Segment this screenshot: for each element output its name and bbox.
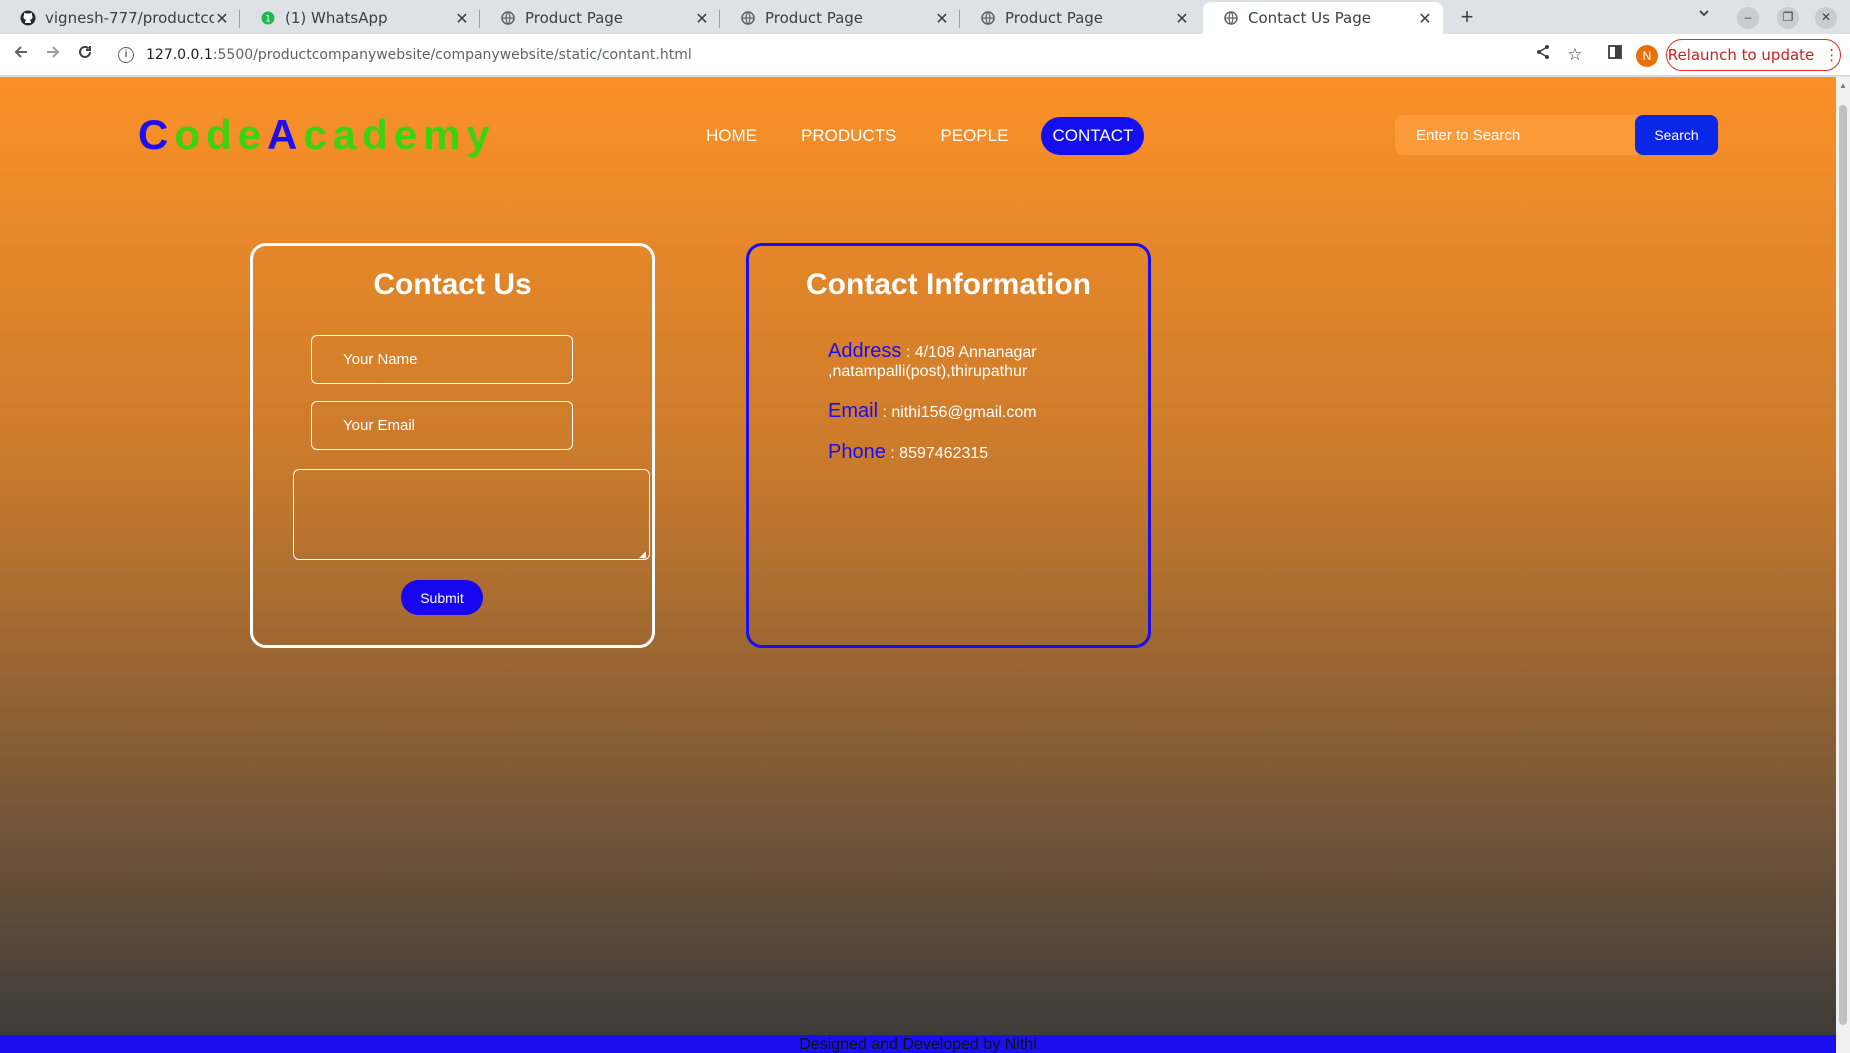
side-panel-icon[interactable] (1604, 44, 1626, 66)
email-label: Email (828, 400, 879, 422)
scrollbar-thumb[interactable] (1839, 105, 1847, 1025)
tab-title: vignesh-777/productcom (45, 9, 214, 27)
message-textarea[interactable] (293, 469, 650, 560)
back-arrow-icon[interactable] (8, 42, 34, 68)
logo-letter-a: A (267, 111, 304, 158)
tab-product-page-1[interactable]: Product Page ✕ (480, 2, 720, 34)
tab-title: Product Page (765, 9, 864, 27)
close-tab-icon[interactable]: ✕ (1417, 9, 1433, 28)
search-button[interactable]: Search (1635, 115, 1718, 155)
browser-toolbar: i 127.0.0.1:5500/productcompanywebsite/c… (0, 34, 1850, 76)
search-input[interactable] (1395, 115, 1635, 155)
tab-title: (1) WhatsApp (285, 9, 388, 27)
new-tab-button[interactable]: + (1453, 4, 1481, 32)
tab-product-page-3[interactable]: Product Page ✕ (960, 2, 1200, 34)
page-viewport: CodeAcademy HOME PRODUCTS PEOPLE CONTACT… (0, 77, 1836, 1053)
resize-grip-icon[interactable]: ◢ (639, 549, 646, 560)
phone-label: Phone (828, 441, 886, 463)
address-bar[interactable]: i 127.0.0.1:5500/productcompanywebsite/c… (108, 38, 1538, 72)
close-window-button[interactable]: ✕ (1815, 7, 1837, 29)
close-tab-icon[interactable]: ✕ (1174, 9, 1190, 28)
relaunch-label: Relaunch to update (1667, 46, 1815, 64)
submit-button[interactable]: Submit (401, 580, 483, 615)
page-scrollbar[interactable]: ▲ (1836, 77, 1850, 1053)
svg-text:1: 1 (265, 15, 271, 25)
contact-info-card: Contact Information Address : 4/108 Anna… (746, 243, 1151, 648)
site-info-icon[interactable]: i (118, 47, 134, 63)
close-tab-icon[interactable]: ✕ (214, 9, 230, 28)
close-tab-icon[interactable]: ✕ (454, 9, 470, 28)
reload-icon[interactable] (72, 42, 98, 68)
tab-whatsapp[interactable]: 1 (1) WhatsApp ✕ (240, 2, 480, 34)
email-row: Email : nithi156@gmail.com (828, 400, 1108, 422)
tab-title: Contact Us Page (1248, 9, 1372, 27)
tab-title: Product Page (1005, 9, 1104, 27)
github-icon (20, 10, 36, 26)
globe-icon (740, 10, 756, 26)
search-box: Search (1395, 115, 1718, 155)
nav-people[interactable]: PEOPLE (929, 117, 1019, 155)
forward-arrow-icon[interactable] (40, 42, 66, 68)
globe-icon (980, 10, 996, 26)
nav-home[interactable]: HOME (695, 117, 768, 155)
site-footer: Designed and Developed by Nithi (0, 1035, 1836, 1053)
contact-info-list: Address : 4/108 Annanagar ,natampalli(po… (828, 340, 1108, 484)
close-tab-icon[interactable]: ✕ (694, 9, 710, 28)
restore-button[interactable]: ❐ (1777, 7, 1799, 29)
address-label: Address (828, 340, 902, 362)
minimize-button[interactable]: – (1737, 7, 1759, 29)
tab-search-chevron-icon[interactable] (1697, 6, 1711, 23)
address-row: Address : 4/108 Annanagar ,natampalli(po… (828, 340, 1108, 381)
tab-contact-us-page[interactable]: Contact Us Page ✕ (1203, 2, 1443, 34)
close-tab-icon[interactable]: ✕ (934, 9, 950, 28)
contact-info-title: Contact Information (806, 268, 1091, 301)
url-path: :5500/productcompanywebsite/companywebsi… (212, 47, 692, 63)
email-field[interactable] (311, 401, 573, 450)
contact-form-title: Contact Us (373, 268, 532, 301)
scroll-up-arrow-icon[interactable]: ▲ (1839, 81, 1847, 90)
contact-form-card: Contact Us ◢ Submit (250, 243, 655, 648)
share-icon[interactable] (1532, 44, 1554, 66)
url-host: 127.0.0.1 (146, 47, 213, 63)
tab-product-page-2[interactable]: Product Page ✕ (720, 2, 960, 34)
logo-text-cademy: cademy (303, 111, 496, 158)
nav-contact[interactable]: CONTACT (1041, 117, 1145, 155)
email-value: : nithi156@gmail.com (878, 404, 1037, 421)
tab-github[interactable]: vignesh-777/productcom ✕ (0, 2, 240, 34)
profile-avatar[interactable]: N (1636, 45, 1658, 67)
phone-value: : 8597462315 (885, 445, 989, 462)
logo-letter-c: C (138, 111, 175, 158)
main-nav: HOME PRODUCTS PEOPLE CONTACT (695, 117, 1145, 155)
nav-products[interactable]: PRODUCTS (790, 117, 907, 155)
relaunch-to-update-button[interactable]: Relaunch to update ⋮ (1666, 39, 1841, 71)
site-logo[interactable]: CodeAcademy (138, 111, 496, 159)
name-field[interactable] (311, 335, 573, 384)
url-text: 127.0.0.1:5500/productcompanywebsite/com… (146, 47, 692, 63)
tab-strip: vignesh-777/productcom ✕ 1 (1) WhatsApp … (0, 0, 1850, 34)
bookmark-star-icon[interactable]: ☆ (1564, 44, 1586, 66)
whatsapp-icon: 1 (260, 10, 276, 26)
logo-text-ode: ode (174, 111, 268, 158)
globe-icon (1223, 10, 1239, 26)
globe-icon (500, 10, 516, 26)
phone-row: Phone : 8597462315 (828, 441, 1108, 463)
more-vert-icon: ⋮ (1824, 46, 1840, 64)
tab-title: Product Page (525, 9, 624, 27)
